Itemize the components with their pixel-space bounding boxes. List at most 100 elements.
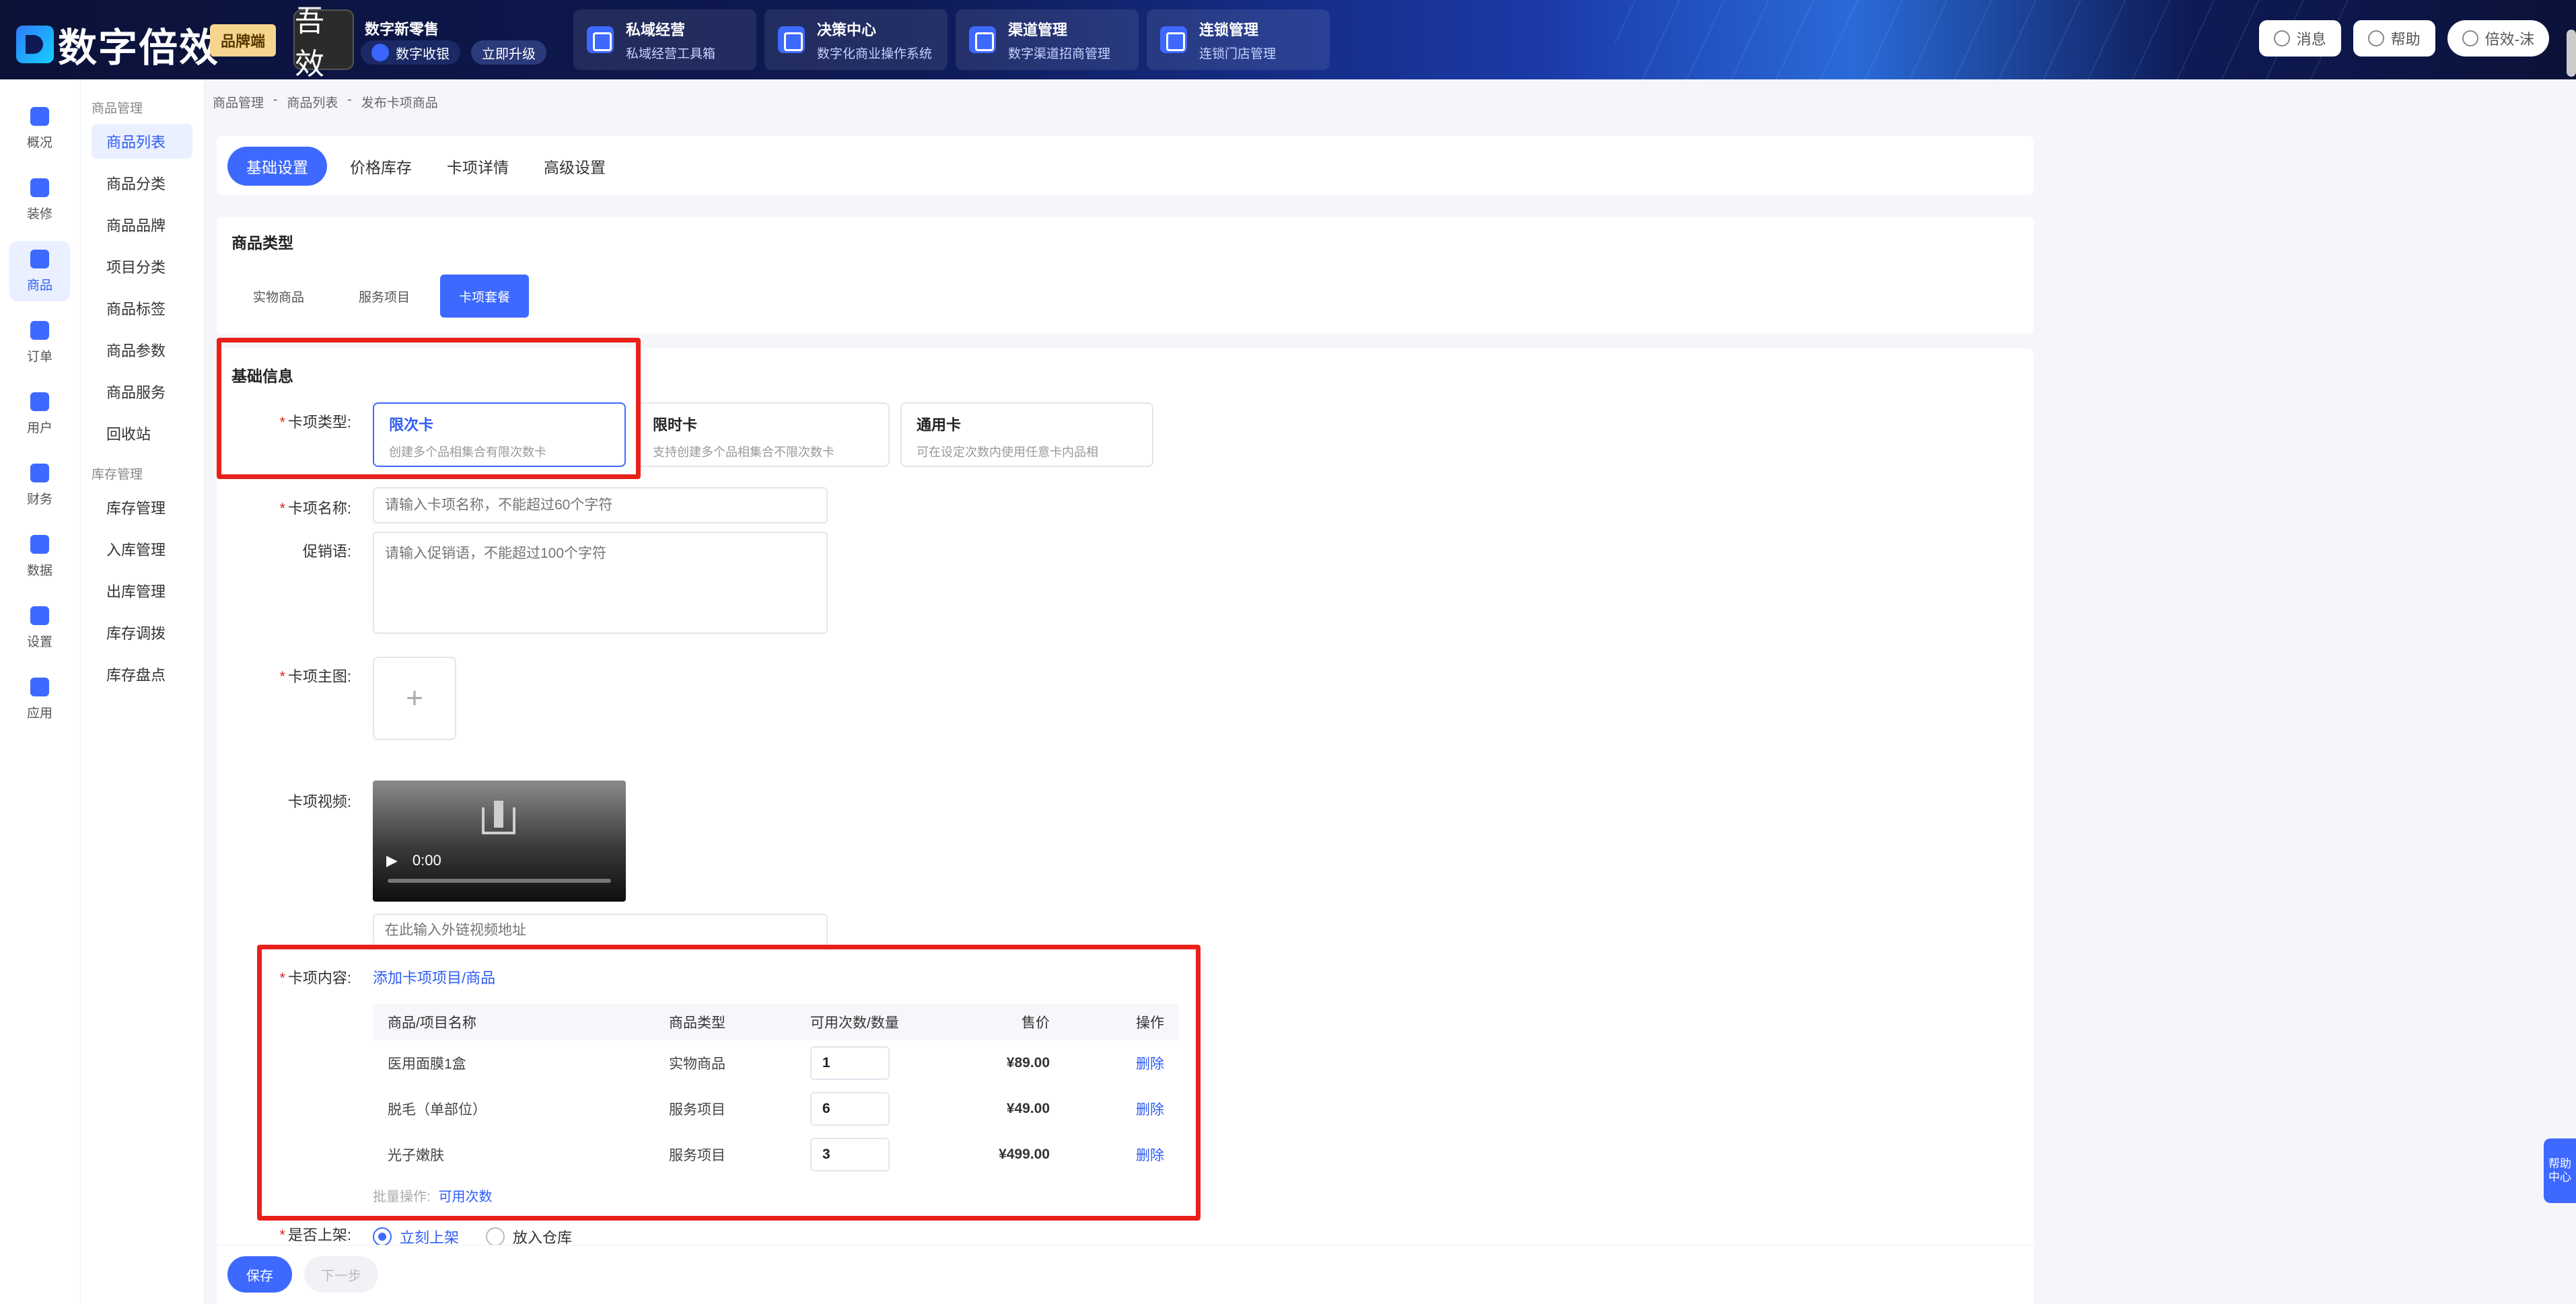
upload-tray-icon xyxy=(482,807,515,834)
table-row: 医用面膜1盒 实物商品 1 ¥89.00 删除 xyxy=(373,1040,1179,1086)
item-type: 实物商品 xyxy=(669,1056,725,1072)
subnav-item-recycle-bin[interactable]: 回收站 xyxy=(92,416,192,451)
header-scrollbar[interactable] xyxy=(2567,30,2576,77)
rail-item-product[interactable]: 商品 xyxy=(9,241,70,301)
required-mark: * xyxy=(279,668,285,685)
rail-label: 订单 xyxy=(26,349,52,364)
next-step-button[interactable]: 下一步 xyxy=(304,1256,378,1293)
item-qty-input[interactable]: 3 xyxy=(810,1138,890,1171)
rail-label: 数据 xyxy=(26,563,52,578)
nav-card-channel[interactable]: 渠道管理 数字渠道招商管理 xyxy=(956,9,1139,70)
store-name: 数字新零售 xyxy=(365,21,439,38)
type-card-package-button[interactable]: 卡项套餐 xyxy=(440,275,529,318)
tab-advanced-settings[interactable]: 高级设置 xyxy=(525,147,624,186)
digital-pay-pill[interactable]: 数字收银 xyxy=(361,40,460,65)
pay-icon xyxy=(371,44,389,61)
column-header: 商品/项目名称 xyxy=(373,1004,654,1040)
delete-link[interactable]: 删除 xyxy=(1065,1086,1179,1132)
logo[interactable]: 数字倍效 xyxy=(16,16,219,73)
rail-item-apps[interactable]: 应用 xyxy=(9,669,70,729)
save-button[interactable]: 保存 xyxy=(227,1256,292,1293)
delete-link[interactable]: 删除 xyxy=(1065,1132,1179,1178)
subnav-item-stocktake[interactable]: 库存盘点 xyxy=(92,657,192,692)
item-qty-input[interactable]: 1 xyxy=(810,1046,890,1080)
rail-item-decoration[interactable]: 装修 xyxy=(9,170,70,230)
add-item-link[interactable]: 添加卡项项目/商品 xyxy=(373,966,495,988)
user-menu[interactable]: 倍效-沫 xyxy=(2447,20,2549,57)
video-url-input[interactable] xyxy=(373,914,828,947)
breadcrumb-item[interactable]: 商品管理 xyxy=(213,93,264,111)
help-center-label: 帮助中心 xyxy=(2548,1157,2571,1184)
rail-label: 财务 xyxy=(26,492,52,507)
video-player[interactable]: ▶ 0:00 xyxy=(373,781,626,902)
subnav-item-transfer[interactable]: 库存调拨 xyxy=(92,615,192,650)
rail-item-users[interactable]: 用户 xyxy=(9,384,70,444)
nav-card-subtitle: 连锁门店管理 xyxy=(1199,46,1277,61)
help-label: 帮助 xyxy=(2390,31,2421,48)
rail-item-data[interactable]: 数据 xyxy=(9,526,70,587)
subnav-item-inventory[interactable]: 库存管理 xyxy=(92,490,192,525)
gear-icon xyxy=(30,606,49,625)
subnav-item-product-category[interactable]: 商品分类 xyxy=(92,166,192,201)
required-mark: * xyxy=(279,500,285,517)
card-type-title: 限次卡 xyxy=(389,416,434,433)
subnav-item-product-brand[interactable]: 商品品牌 xyxy=(92,207,192,242)
item-qty-cell: 6 xyxy=(795,1086,950,1132)
upgrade-button[interactable]: 立即升级 xyxy=(471,40,546,65)
play-icon[interactable]: ▶ xyxy=(386,852,398,869)
tab-card-details[interactable]: 卡项详情 xyxy=(428,147,528,186)
card-type-limited-time[interactable]: 限时卡 支持创建多个品相集合不限次数卡 xyxy=(637,402,890,467)
type-service-button[interactable]: 服务项目 xyxy=(334,275,435,318)
column-header: 售价 xyxy=(950,1004,1065,1040)
promo-textarea[interactable] xyxy=(373,532,828,634)
rail-item-settings[interactable]: 设置 xyxy=(9,597,70,658)
subnav-item-product-list[interactable]: 商品列表 xyxy=(92,124,192,159)
type-physical-button[interactable]: 实物商品 xyxy=(231,275,326,318)
item-price: ¥89.00 xyxy=(1006,1055,1050,1071)
rail-item-finance[interactable]: 财务 xyxy=(9,455,70,515)
main-image-label: * 卡项主图: xyxy=(217,665,351,686)
item-name: 医用面膜1盒 xyxy=(388,1056,466,1072)
delete-link[interactable]: 删除 xyxy=(1065,1040,1179,1086)
breadcrumb-item[interactable]: 商品列表 xyxy=(287,93,338,111)
video-progress-bar[interactable] xyxy=(388,879,611,883)
nav-card-chain[interactable]: 连锁管理 连锁门店管理 xyxy=(1147,9,1330,70)
subnav-item-project-category[interactable]: 项目分类 xyxy=(92,249,192,284)
help-center-float[interactable]: 帮助中心 xyxy=(2544,1138,2576,1203)
store-avatar[interactable]: 吾效 xyxy=(293,5,354,79)
subnav-item-product-service[interactable]: 商品服务 xyxy=(92,374,192,409)
main-image-upload[interactable]: + xyxy=(373,657,456,740)
required-mark: * xyxy=(279,970,285,986)
user-icon xyxy=(30,392,49,411)
tab-basic-settings[interactable]: 基础设置 xyxy=(227,147,327,186)
nav-card-decision-center[interactable]: 决策中心 数字化商业操作系统 xyxy=(764,9,947,70)
item-qty-cell: 3 xyxy=(795,1132,950,1178)
item-qty-cell: 1 xyxy=(795,1040,950,1086)
card-type-universal[interactable]: 通用卡 可在设定次数内使用任意卡内品相 xyxy=(900,402,1153,467)
radio-icon xyxy=(486,1227,505,1246)
item-qty-input[interactable]: 6 xyxy=(810,1092,890,1126)
top-bar: 数字倍效 品牌端 吾效 数字新零售 数字收银 立即升级 私域经营 私域经营工具箱… xyxy=(0,0,2576,79)
subnav-item-stock-out[interactable]: 出库管理 xyxy=(92,573,192,608)
channel-icon xyxy=(969,26,996,53)
batch-qty-link[interactable]: 可用次数 xyxy=(439,1186,493,1205)
basic-info-title: 基础信息 xyxy=(231,367,293,385)
rail-item-overview[interactable]: 概况 xyxy=(9,98,70,159)
rail-item-orders[interactable]: 订单 xyxy=(9,312,70,373)
help-button[interactable]: 帮助 xyxy=(2353,20,2435,57)
brush-icon xyxy=(30,178,49,197)
card-type-limited-times[interactable]: 限次卡 创建多个品相集合有限次数卡 xyxy=(373,402,626,467)
subnav-item-product-params[interactable]: 商品参数 xyxy=(92,332,192,367)
rail-label: 装修 xyxy=(26,207,52,221)
rail-label: 用户 xyxy=(26,421,52,435)
main-image-label-text: 卡项主图: xyxy=(287,668,351,685)
subnav-item-product-tags[interactable]: 商品标签 xyxy=(92,291,192,326)
card-items-table: 商品/项目名称 商品类型 可用次数/数量 售价 操作 医用面膜1盒 实物商品 1… xyxy=(373,1004,1179,1178)
nav-card-private-domain[interactable]: 私域经营 私域经营工具箱 xyxy=(573,9,756,70)
decision-center-icon xyxy=(778,26,805,53)
subnav-item-stock-in[interactable]: 入库管理 xyxy=(92,532,192,567)
batch-label: 批量操作: xyxy=(373,1190,431,1204)
card-name-input[interactable] xyxy=(373,487,828,523)
message-button[interactable]: 消息 xyxy=(2258,20,2341,57)
tab-price-stock[interactable]: 价格库存 xyxy=(331,147,431,186)
